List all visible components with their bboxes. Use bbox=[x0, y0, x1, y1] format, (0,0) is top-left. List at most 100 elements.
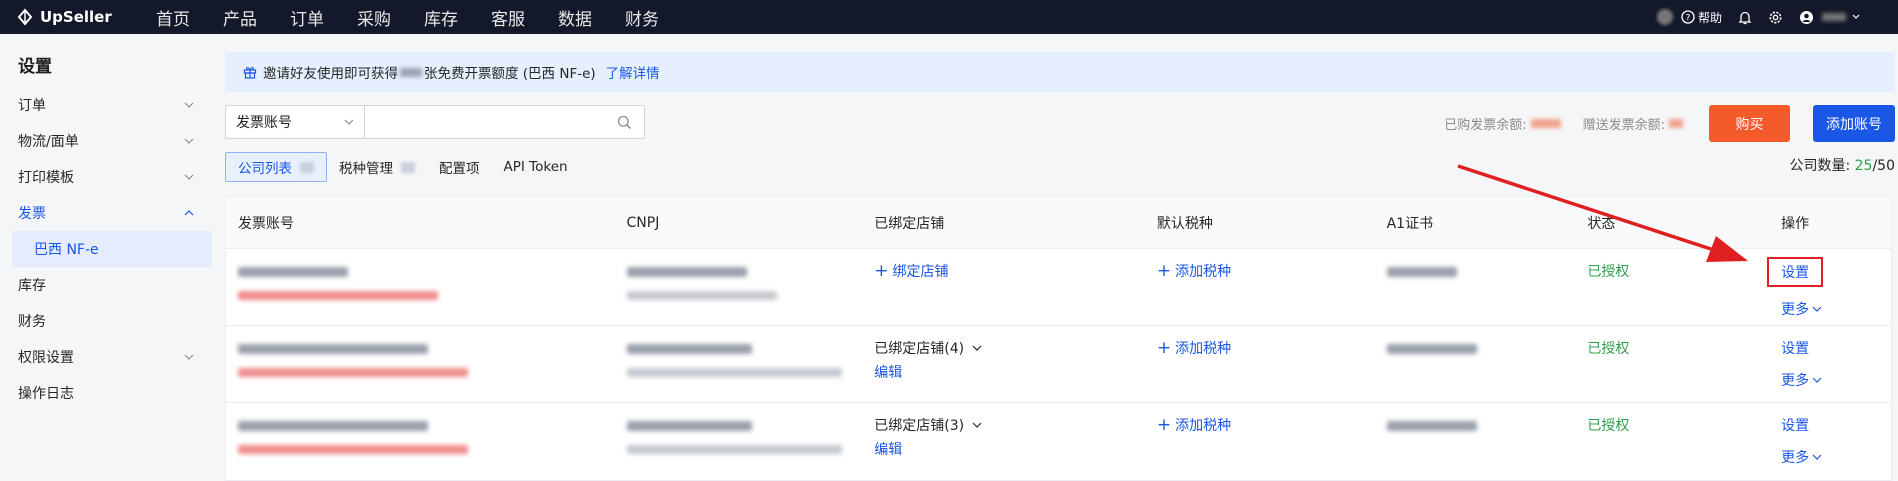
tab-count-badge bbox=[401, 161, 415, 173]
bound-stores-dropdown[interactable]: 已绑定店铺(3) bbox=[874, 415, 1145, 435]
sidebar-item-label: 操作日志 bbox=[18, 386, 74, 402]
actions-cell: 设置 更多 bbox=[1767, 257, 1891, 325]
more-dropdown[interactable]: 更多 bbox=[1781, 447, 1891, 467]
bound-stores-cell: 已绑定店铺(4) 编辑 bbox=[862, 338, 1145, 402]
purchased-balance-label: 已购发票余额: bbox=[1444, 118, 1527, 133]
actions-cell: 设置 更多 bbox=[1769, 338, 1891, 402]
chevron-down-icon bbox=[344, 119, 354, 125]
sidebar-item-logistics[interactable]: 物流/面单 bbox=[0, 123, 214, 159]
settings-link[interactable]: 设置 bbox=[1781, 418, 1809, 434]
add-tax-label: 添加税种 bbox=[1175, 418, 1232, 434]
main-nav: 首页 产品 订单 采购 库存 客服 数据 财务 bbox=[156, 5, 692, 30]
more-label: 更多 bbox=[1781, 302, 1810, 318]
bind-store-label: 绑定店铺 bbox=[892, 264, 949, 280]
bound-stores-cell: + 绑定店铺 bbox=[862, 261, 1145, 325]
add-tax-label: 添加税种 bbox=[1175, 341, 1232, 357]
gear-icon[interactable] bbox=[1768, 10, 1783, 25]
help-button[interactable]: ? 帮助 bbox=[1681, 9, 1722, 26]
account-name-redacted bbox=[1822, 13, 1846, 21]
sidebar-item-label: 财务 bbox=[18, 314, 46, 330]
sidebar-title: 设置 bbox=[18, 57, 52, 77]
edit-stores-link[interactable]: 编辑 bbox=[874, 362, 1145, 382]
buy-button[interactable]: 购买 bbox=[1709, 105, 1790, 142]
tax-regime-redacted bbox=[626, 291, 777, 300]
tab-company-list[interactable]: 公司列表 bbox=[225, 152, 327, 182]
company-count-used: 25 bbox=[1854, 158, 1873, 174]
main-content: 邀请好友使用即可获得 张免费开票额度 (巴西 NF-e) 了解详情 发票账号 已购… bbox=[225, 52, 1895, 481]
cnpj-cell bbox=[615, 261, 863, 325]
more-dropdown[interactable]: 更多 bbox=[1781, 370, 1891, 390]
cnpj-cell bbox=[615, 415, 863, 480]
add-account-button[interactable]: 添加账号 bbox=[1813, 105, 1895, 142]
chevron-down-icon bbox=[1812, 306, 1822, 312]
sidebar-item-label: 打印模板 bbox=[18, 170, 74, 186]
sidebar-item-operation-log[interactable]: 操作日志 bbox=[0, 375, 214, 411]
default-tax-cell: + 添加税种 bbox=[1145, 415, 1375, 480]
company-table: 发票账号 CNPJ 已绑定店铺 默认税种 A1证书 状态 操作 + 绑定店铺 + 添… bbox=[225, 196, 1892, 481]
bell-icon[interactable] bbox=[1738, 10, 1752, 25]
sidebar-item-invoice[interactable]: 发票 bbox=[0, 195, 214, 231]
gift-icon bbox=[243, 67, 257, 79]
plus-icon: + bbox=[1156, 338, 1172, 358]
gift-balance-label: 赠送发票余额: bbox=[1582, 118, 1665, 133]
cnpj-redacted bbox=[626, 421, 752, 431]
learn-more-link[interactable]: 了解详情 bbox=[606, 62, 660, 82]
search-field-select[interactable]: 发票账号 bbox=[225, 105, 365, 139]
column-header-bound-stores: 已绑定店铺 bbox=[874, 215, 945, 232]
bound-stores-label: 已绑定店铺(3) bbox=[874, 418, 965, 434]
invoice-account-cell bbox=[226, 338, 615, 402]
search-icon[interactable] bbox=[617, 115, 632, 130]
add-tax-link[interactable]: + 添加税种 bbox=[1156, 338, 1232, 358]
nav-service[interactable]: 客服 bbox=[491, 5, 525, 30]
svg-text:?: ? bbox=[1686, 14, 1691, 24]
redacted-number bbox=[400, 67, 422, 77]
tab-label: API Token bbox=[503, 159, 568, 175]
status-authorized: 已授权 bbox=[1587, 341, 1630, 357]
bind-store-link[interactable]: + 绑定店铺 bbox=[874, 261, 949, 281]
default-tax-cell: + 添加税种 bbox=[1145, 338, 1375, 402]
sidebar-item-print-templates[interactable]: 打印模板 bbox=[0, 159, 214, 195]
more-label: 更多 bbox=[1781, 373, 1810, 389]
upseller-logo[interactable]: UpSeller bbox=[16, 8, 116, 26]
table-header: 发票账号 CNPJ 已绑定店铺 默认税种 A1证书 状态 操作 bbox=[226, 197, 1891, 249]
nav-orders[interactable]: 订单 bbox=[290, 5, 324, 30]
add-tax-link[interactable]: + 添加税种 bbox=[1157, 415, 1232, 435]
sidebar-item-label: 库存 bbox=[18, 278, 46, 294]
nav-finance[interactable]: 财务 bbox=[625, 5, 659, 30]
store-avatar[interactable] bbox=[1656, 9, 1673, 25]
company-count-label: 公司数量: bbox=[1789, 158, 1855, 174]
more-dropdown[interactable]: 更多 bbox=[1781, 299, 1891, 319]
add-tax-link[interactable]: + 添加税种 bbox=[1156, 261, 1231, 281]
sidebar-item-permissions[interactable]: 权限设置 bbox=[0, 339, 214, 375]
nav-home[interactable]: 首页 bbox=[156, 5, 190, 30]
nav-data[interactable]: 数据 bbox=[558, 5, 592, 30]
nav-products[interactable]: 产品 bbox=[223, 5, 257, 30]
search-input[interactable] bbox=[365, 105, 645, 139]
sidebar-item-brazil-nfe[interactable]: 巴西 NF-e bbox=[12, 231, 212, 267]
logo-text: UpSeller bbox=[40, 8, 112, 26]
tax-regime-redacted bbox=[626, 445, 842, 454]
plus-icon: + bbox=[874, 261, 889, 281]
sidebar-item-inventory[interactable]: 库存 bbox=[0, 267, 214, 303]
settings-link[interactable]: 设置 bbox=[1767, 257, 1824, 287]
account-menu[interactable] bbox=[1799, 10, 1860, 25]
plus-icon: + bbox=[1156, 261, 1172, 281]
nav-purchase[interactable]: 采购 bbox=[357, 5, 391, 30]
more-label: 更多 bbox=[1781, 450, 1810, 466]
nav-inventory[interactable]: 库存 bbox=[424, 5, 458, 30]
sidebar-item-orders[interactable]: 订单 bbox=[0, 87, 214, 123]
company-count: 公司数量: 25/50 bbox=[1789, 155, 1895, 175]
certificate-date-redacted bbox=[1386, 344, 1477, 354]
settings-link[interactable]: 设置 bbox=[1781, 341, 1809, 357]
bound-stores-dropdown[interactable]: 已绑定店铺(4) bbox=[874, 338, 1145, 358]
column-header-default-tax: 默认税种 bbox=[1156, 215, 1213, 232]
invite-banner: 邀请好友使用即可获得 张免费开票额度 (巴西 NF-e) 了解详情 bbox=[225, 52, 1895, 92]
tab-api-token[interactable]: API Token bbox=[492, 152, 580, 182]
tab-configuration[interactable]: 配置项 bbox=[427, 152, 492, 182]
sidebar-item-finance[interactable]: 财务 bbox=[0, 303, 214, 339]
tab-label: 配置项 bbox=[439, 161, 480, 177]
tab-tax-management[interactable]: 税种管理 bbox=[327, 152, 427, 182]
column-header-actions: 操作 bbox=[1781, 215, 1810, 232]
table-row: 已绑定店铺(3) 编辑 + 添加税种 已授权 设置 更多 bbox=[226, 403, 1891, 480]
edit-stores-link[interactable]: 编辑 bbox=[874, 439, 1145, 459]
